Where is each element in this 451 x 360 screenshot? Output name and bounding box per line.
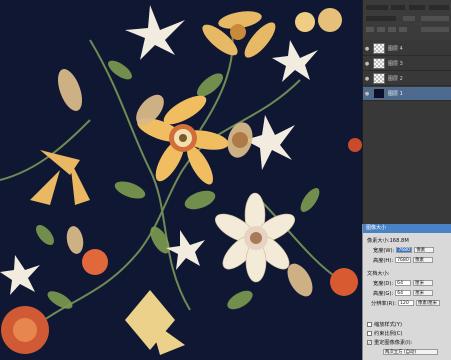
pixel-dimensions-label: 像素大小:168.8M <box>367 237 409 244</box>
layer-row-4[interactable]: ● 图层 4 <box>363 42 451 56</box>
resolution-row: 分辨率(R): 120 像素/厘米 <box>371 299 440 307</box>
doc-width-unit-select[interactable]: 厘米 <box>413 280 434 286</box>
height-unit-select[interactable]: 像素 <box>413 257 434 263</box>
resolution-input[interactable]: 120 <box>397 300 414 306</box>
layer-name: 图层 4 <box>388 46 403 52</box>
layer-row-2[interactable]: ● 图层 2 <box>363 72 451 86</box>
constrain-row: 约束比例(C) <box>367 329 402 337</box>
layer-thumbnail <box>373 43 385 54</box>
scale-styles-row: 缩放样式(Y) <box>367 320 402 328</box>
image-size-dialog: 图像大小 像素大小:168.8M 宽度(W): 7680 像素 高度(H): 7… <box>362 224 451 360</box>
layers-panel: ● 图层 4 ● 图层 3 ● 图层 2 ● 图层 1 <box>362 0 451 224</box>
constrain-label: 约束比例(C) <box>374 330 403 337</box>
eye-icon[interactable]: ● <box>363 87 371 101</box>
layer-row-3[interactable]: ● 图层 3 <box>363 57 451 71</box>
layer-thumbnail <box>373 58 385 69</box>
width-input[interactable]: 7680 <box>396 247 413 253</box>
red-bud-edge <box>348 138 362 152</box>
resample-label: 重定图像像素(I): <box>374 339 413 346</box>
resample-method-row: 两次立方 (自动) <box>383 348 438 356</box>
doc-width-input[interactable]: 64 <box>395 280 412 286</box>
layer-name: 图层 1 <box>388 91 403 97</box>
doc-height-input[interactable]: 64 <box>395 290 412 296</box>
constrain-checkbox[interactable] <box>367 330 372 336</box>
doc-height-label: 高度(G): <box>373 290 394 297</box>
height-label: 高度(H): <box>373 257 394 264</box>
resolution-unit-select[interactable]: 像素/厘米 <box>415 300 440 306</box>
scale-styles-checkbox[interactable] <box>367 321 372 327</box>
document-size-label: 文档大小: <box>367 270 390 277</box>
doc-height-unit-select[interactable]: 厘米 <box>413 290 434 296</box>
layer-thumbnail <box>373 73 385 84</box>
layer-row-1[interactable]: ● 图层 1 <box>363 87 451 101</box>
floral-pattern <box>0 0 362 360</box>
layer-thumbnail <box>373 88 385 99</box>
doc-width-row: 宽度(D): 64 厘米 <box>373 279 434 287</box>
dialog-title: 图像大小 <box>363 224 451 233</box>
height-input[interactable]: 7680 <box>395 257 412 263</box>
width-unit-select[interactable]: 像素 <box>414 247 435 253</box>
width-pixels-row: 宽度(W): 7680 像素 <box>373 246 435 254</box>
red-bud-left <box>82 249 108 275</box>
resample-method-select[interactable]: 两次立方 (自动) <box>383 349 438 355</box>
eye-icon[interactable]: ● <box>363 42 371 56</box>
artwork-canvas[interactable] <box>0 0 362 360</box>
resolution-label: 分辨率(R): <box>371 300 396 307</box>
eye-icon[interactable]: ● <box>363 72 371 86</box>
eye-icon[interactable]: ● <box>363 57 371 71</box>
resample-checkbox[interactable]: ✓ <box>367 339 372 345</box>
resample-row: ✓ 重定图像像素(I): <box>367 338 412 346</box>
red-flower-bottom-left <box>1 306 49 354</box>
red-flower-right <box>330 268 358 296</box>
document-size-row: 文档大小: <box>367 269 390 277</box>
doc-height-row: 高度(G): 64 厘米 <box>373 289 434 297</box>
layer-name: 图层 2 <box>388 76 403 82</box>
width-label: 宽度(W): <box>373 247 395 254</box>
layer-name: 图层 3 <box>388 61 403 67</box>
scale-styles-label: 缩放样式(Y) <box>374 321 402 328</box>
pixel-dimensions-row: 像素大小:168.8M <box>367 236 409 244</box>
layers-panel-header <box>363 0 451 40</box>
height-pixels-row: 高度(H): 7680 像素 <box>373 256 434 264</box>
doc-width-label: 宽度(D): <box>373 280 394 287</box>
